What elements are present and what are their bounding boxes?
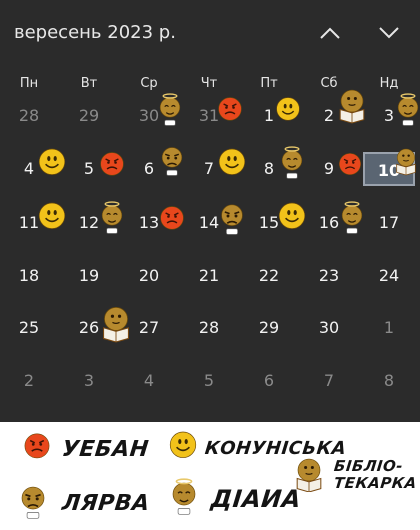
- angel-smiley-icon: [165, 478, 203, 520]
- weekday-header: Пн: [19, 76, 39, 91]
- angel-smiley-icon: [95, 201, 129, 239]
- angry-smiley-icon: [96, 149, 128, 185]
- legend-label-librarian-2: ТЕКАРКА: [333, 474, 418, 492]
- legend-label-angel: ДІАИА: [209, 485, 303, 513]
- calendar-day[interactable]: 29: [247, 313, 291, 343]
- weekday-header: Нд: [379, 76, 399, 91]
- calendar-day[interactable]: 29: [67, 101, 111, 131]
- legend-item-angry: УЕБАН: [20, 430, 151, 468]
- smiling-smiley-icon: [214, 145, 250, 185]
- angry-smiley-icon: [156, 203, 188, 239]
- calendar-day[interactable]: 25: [7, 313, 51, 343]
- legend-label-angry: УЕБАН: [60, 436, 151, 462]
- calendar-day[interactable]: 6: [247, 366, 291, 396]
- angel-smiley-icon: [275, 146, 309, 184]
- reading-smiley-icon: [333, 85, 371, 127]
- smiling-smiley-icon: [274, 199, 310, 239]
- next-month-button[interactable]: [372, 18, 406, 48]
- weekday-header: Пт: [260, 76, 278, 91]
- calendar-flyout: вересень 2023 р. Пн Вт Ср Чт Пт Сб Нд 28 29 30 31…: [0, 0, 420, 422]
- calendar-day[interactable]: 4: [127, 366, 171, 396]
- calendar-day[interactable]: 1: [367, 313, 411, 343]
- angry-smiley-icon: [214, 94, 246, 130]
- emoji-legend: УЕБАН КОНУНІСЬКА БІБЛІО- ТЕКАРКА ЛЯРВА Д…: [0, 422, 420, 530]
- frowning-smiley-icon: [214, 200, 250, 240]
- month-title[interactable]: вересень 2023 р.: [14, 22, 176, 43]
- calendar-day[interactable]: 3: [67, 366, 111, 396]
- frowning-smiley-icon: [155, 143, 189, 181]
- calendar-day[interactable]: 30: [307, 313, 351, 343]
- angel-smiley-icon: [153, 93, 187, 131]
- calendar-day[interactable]: 28: [187, 313, 231, 343]
- previous-month-button[interactable]: [313, 18, 347, 48]
- calendar-day[interactable]: 21: [187, 261, 231, 291]
- calendar-day[interactable]: 5: [187, 366, 231, 396]
- chevron-up-icon: [320, 27, 340, 39]
- calendar-day[interactable]: 20: [127, 261, 171, 291]
- calendar-day[interactable]: 24: [367, 261, 411, 291]
- legend-label-frown: ЛЯРВА: [60, 490, 151, 516]
- frowning-smiley-icon: [14, 482, 52, 524]
- smiling-smiley-icon: [34, 199, 70, 239]
- calendar-day[interactable]: 2: [7, 366, 51, 396]
- smiling-smiley-icon: [165, 428, 201, 468]
- angry-smiley-icon: [20, 430, 54, 468]
- weekday-header: Ср: [140, 76, 158, 91]
- weekday-header: Вт: [80, 76, 98, 91]
- reading-smiley-icon: [96, 302, 136, 346]
- calendar-day[interactable]: 19: [67, 261, 111, 291]
- calendar-day[interactable]: 7: [307, 366, 351, 396]
- calendar-day[interactable]: 8: [367, 366, 411, 396]
- calendar-day[interactable]: 23: [307, 261, 351, 291]
- calendar-day[interactable]: 18: [7, 261, 51, 291]
- legend-item-angel: ДІАИА: [165, 478, 303, 520]
- calendar-day[interactable]: 28: [7, 101, 51, 131]
- calendar-day[interactable]: 17: [367, 208, 411, 238]
- reading-smiley-icon: [391, 145, 420, 179]
- calendar-day[interactable]: 22: [247, 261, 291, 291]
- chevron-down-icon: [379, 27, 399, 39]
- angry-smiley-icon: [335, 150, 365, 184]
- legend-item-frown: ЛЯРВА: [14, 482, 151, 524]
- angel-smiley-icon: [391, 93, 420, 131]
- weekday-header: Чт: [200, 76, 218, 91]
- legend-label-librarian-1: БІБЛІО-: [333, 457, 404, 475]
- legend-item-librarian: БІБЛІО- ТЕКАРКА: [290, 454, 418, 496]
- smiling-smiley-icon: [34, 145, 70, 185]
- smiling-smiley-icon: [272, 94, 304, 130]
- angel-smiley-icon: [335, 201, 369, 239]
